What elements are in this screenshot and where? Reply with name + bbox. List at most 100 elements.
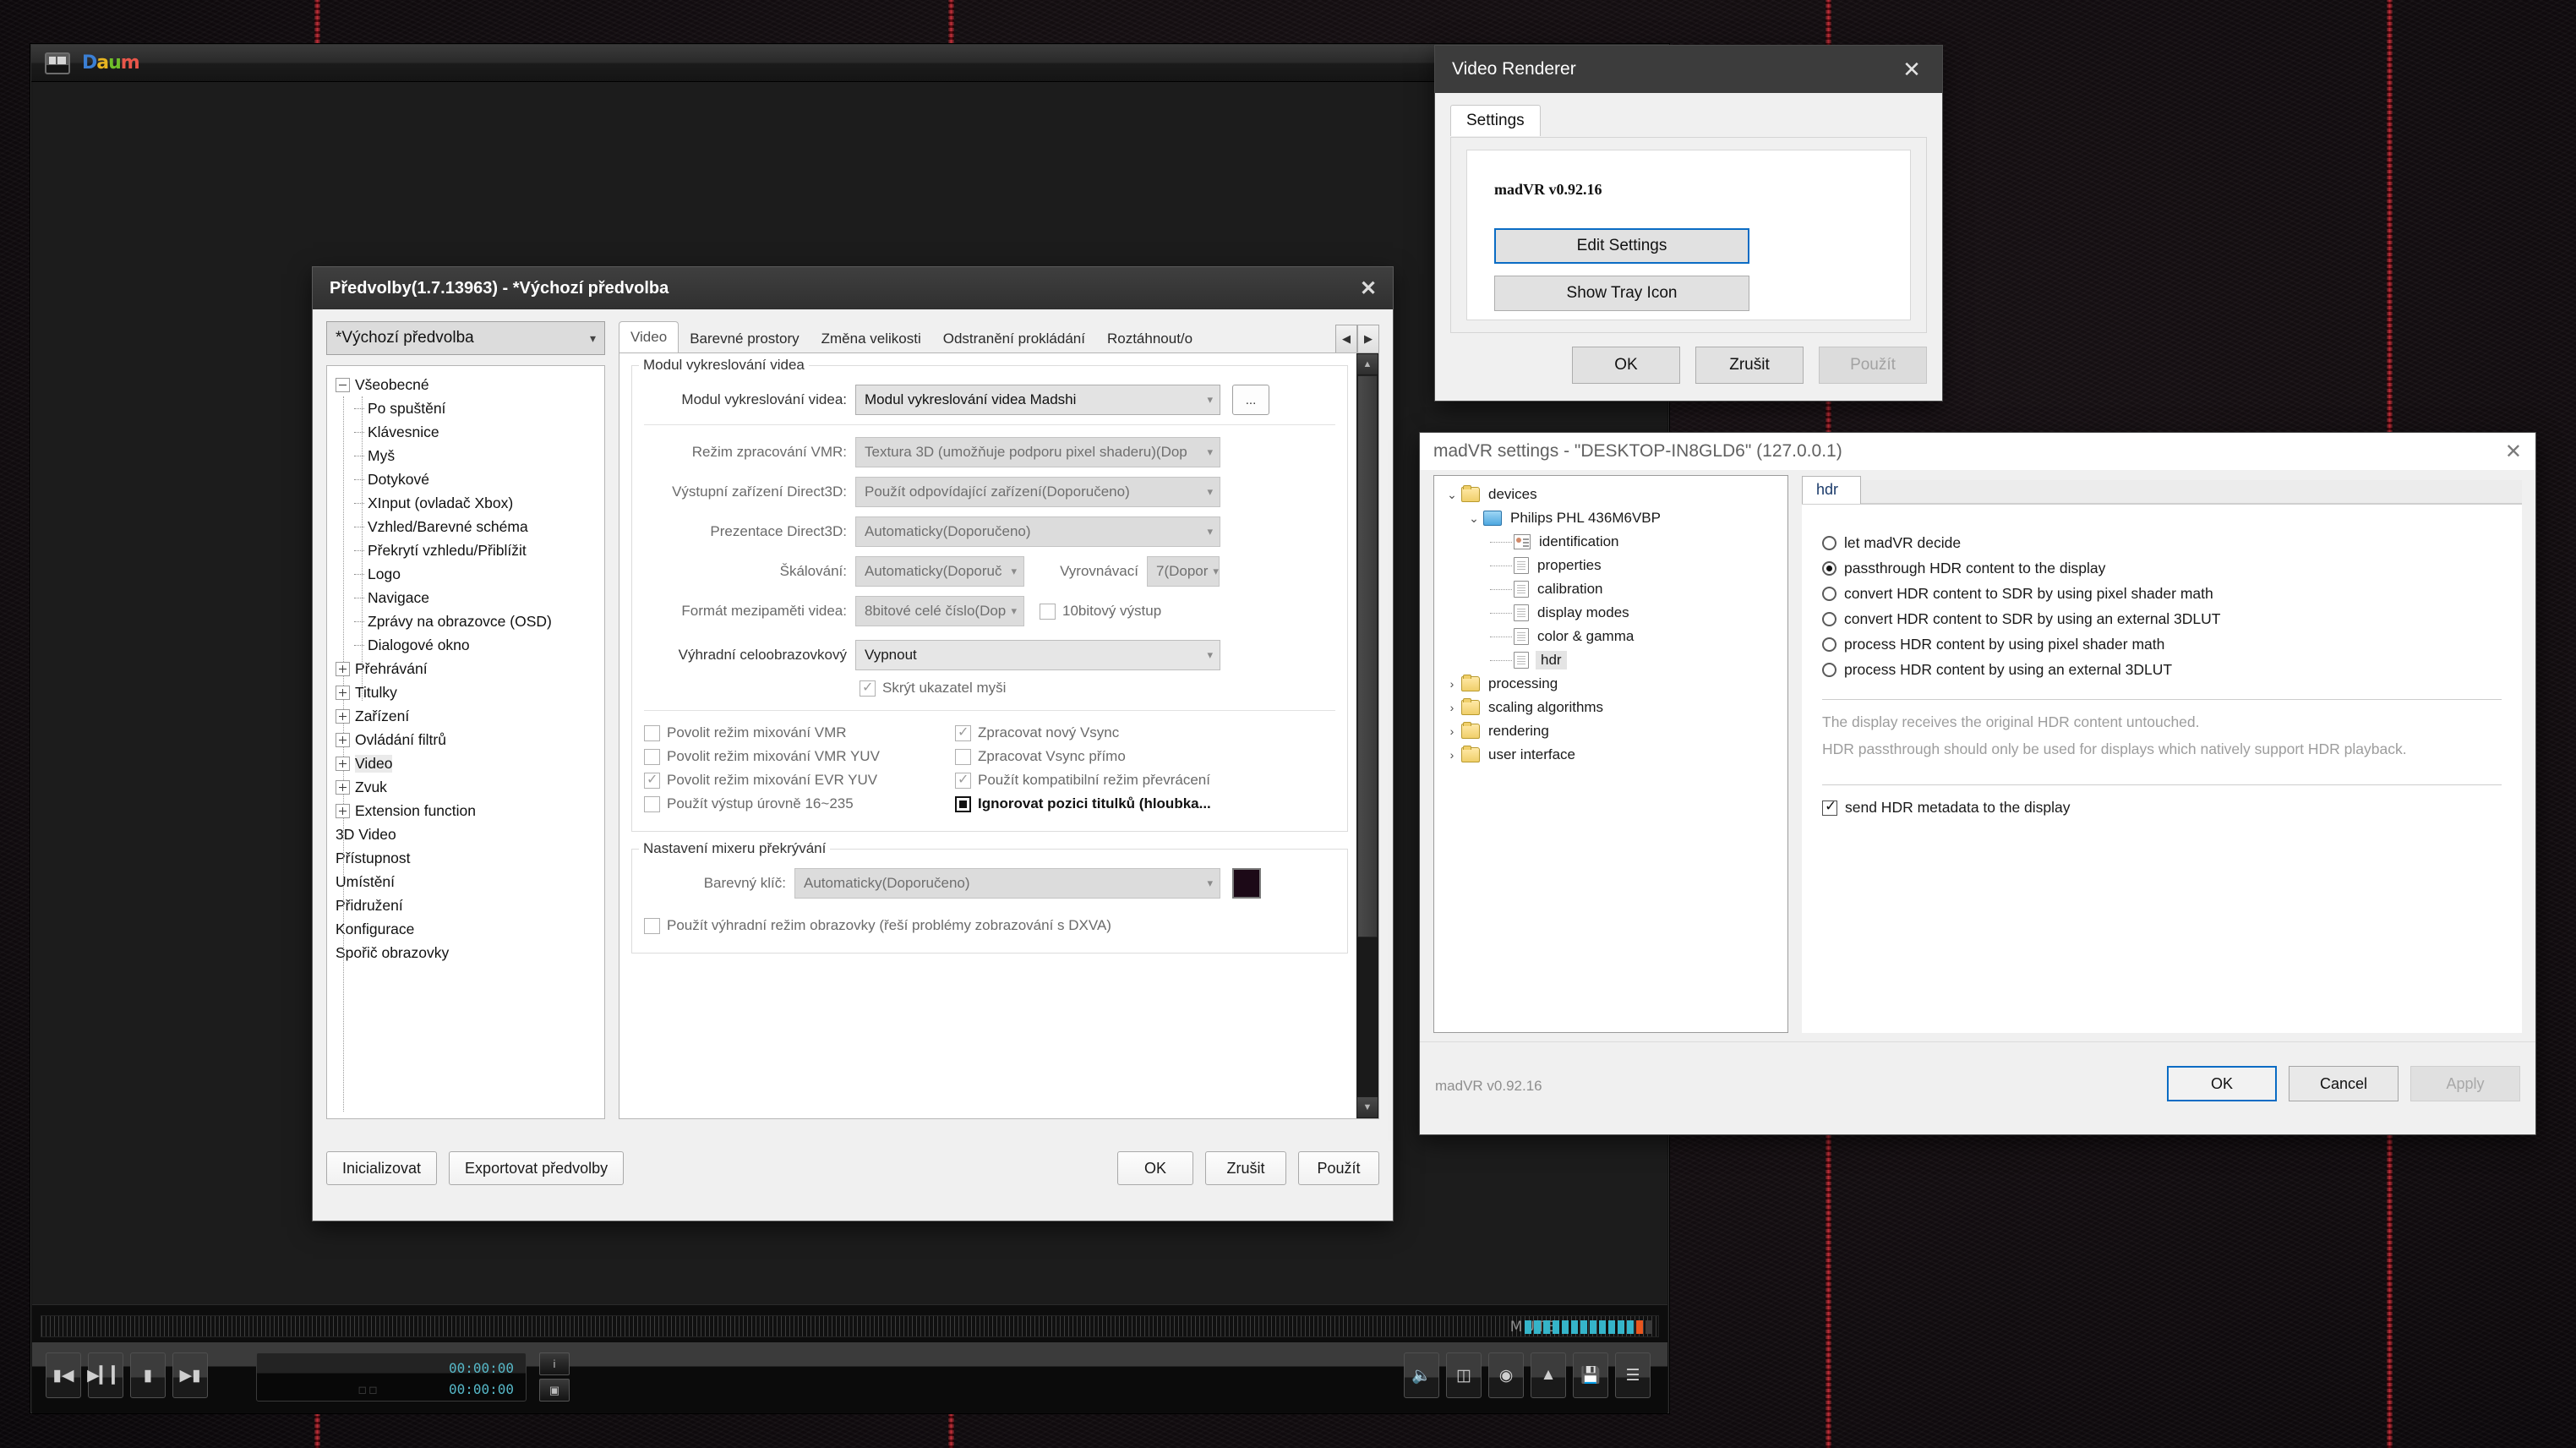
send-hdr-metadata-checkbox[interactable]: send HDR metadata to the display [1822, 798, 2502, 817]
buffer-select[interactable]: 7(Dopor ▾ [1147, 556, 1220, 587]
tree-item-extension-function[interactable]: Extension function [336, 799, 604, 822]
speaker-icon[interactable]: 🔈 [1404, 1352, 1439, 1398]
tree-item-v-eobecn[interactable]: Všeobecné [336, 373, 604, 396]
madvr-tree-item-philips-phl-436m6vbp[interactable]: ⌄ Philips PHL 436M6VBP [1443, 506, 1787, 530]
expand-icon[interactable] [336, 779, 350, 795]
tab-rozt-hnout-o[interactable]: Roztáhnout/o [1096, 325, 1203, 353]
cancel-button[interactable]: Zrušit [1695, 347, 1804, 384]
ok-button[interactable]: OK [2167, 1066, 2277, 1101]
close-icon[interactable]: ✕ [2505, 433, 2522, 470]
madvr-tree-item-hdr[interactable]: hdr [1443, 648, 1787, 672]
videobuf-select[interactable]: 8bitové celé číslo(Dop ▾ [855, 596, 1024, 626]
checkbox-pou-t-v-stup-rovn-16-235[interactable]: Použít výstup úrovně 16~235 [644, 795, 940, 812]
potplayer-titlebar[interactable]: Daum [31, 45, 1668, 82]
scaling-select[interactable]: Automaticky(Doporuč ▾ [855, 556, 1024, 587]
tree-item-p-ehr-v-n[interactable]: Přehrávání [336, 657, 604, 680]
tree-item-my[interactable]: Myš [336, 444, 604, 467]
preferences-titlebar[interactable]: Předvolby(1.7.13963) - *Výchozí předvolb… [313, 267, 1393, 309]
renderer-select[interactable]: Modul vykreslování videa Madshi ▾ [855, 385, 1220, 415]
info-icon[interactable]: i [539, 1352, 570, 1375]
play-pause-icon[interactable]: ▶▎▎ [87, 1352, 124, 1398]
madvr-settings-tree[interactable]: ⌄ devices ⌄ Philips PHL 436M6VBP identificat… [1433, 475, 1788, 1033]
renderer-options-button[interactable]: ... [1232, 385, 1269, 415]
checkbox-ignorovat-pozici-titulk-hloubka[interactable]: Ignorovat pozici titulků (hloubka... [955, 795, 1268, 812]
edit-settings-button[interactable]: Edit Settings [1494, 228, 1749, 264]
chevron-right-icon[interactable]: › [1443, 724, 1461, 738]
checkbox-povolit-re-im-mixov-n-evr-yuv[interactable]: Povolit režim mixování EVR YUV [644, 771, 940, 789]
export-preferences-button[interactable]: Exportovat předvolby [449, 1151, 625, 1185]
madvr-tree-item-devices[interactable]: ⌄ devices [1443, 483, 1787, 506]
video-renderer-titlebar[interactable]: Video Renderer ✕ [1435, 46, 1942, 93]
checkbox-zpracovat-nov-vsync[interactable]: Zpracovat nový Vsync [955, 724, 1268, 741]
disc-icon[interactable]: ◉ [1488, 1352, 1524, 1398]
scroll-up-icon[interactable]: ▲ [1356, 353, 1378, 375]
checkbox-pou-t-kompatibiln-re-im-p-evr-cen[interactable]: Použít kompatibilní režim převrácení [955, 771, 1268, 789]
tree-item-vzhled-barevn-sch-ma[interactable]: Vzhled/Barevné schéma [336, 515, 604, 538]
expand-icon[interactable] [336, 661, 350, 676]
tree-item-za-zen[interactable]: Zařízení [336, 704, 604, 728]
chevron-right-icon[interactable]: › [1443, 701, 1461, 714]
tab-odstran-n-prokl-d-n[interactable]: Odstranění prokládání [932, 325, 1096, 353]
tree-item-po-spu-t-n[interactable]: Po spuštění [336, 396, 604, 420]
madvr-tree-item-properties[interactable]: properties [1443, 554, 1787, 577]
tree-item-dotykov[interactable]: Dotykové [336, 467, 604, 491]
madvr-tree-item-scaling-algorithms[interactable]: › scaling algorithms [1443, 696, 1787, 719]
chevron-right-icon[interactable]: › [1443, 677, 1461, 691]
ok-button[interactable]: OK [1572, 347, 1680, 384]
tree-item-p-ekryt-vzhledu-p-ibl-it[interactable]: Překrytí vzhledu/Přiblížit [336, 538, 604, 562]
chevron-left-icon[interactable]: ◀ [1335, 325, 1357, 353]
madvr-titlebar[interactable]: madVR settings - "DESKTOP-IN8GLD6" (127.… [1420, 433, 2535, 470]
ok-button[interactable]: OK [1117, 1151, 1193, 1185]
madvr-tree-item-user-interface[interactable]: › user interface [1443, 743, 1787, 767]
tree-item-dialogov-okno[interactable]: Dialogové okno [336, 633, 604, 657]
skip-previous-icon[interactable]: ▮◀ [46, 1352, 81, 1398]
expand-icon[interactable] [336, 756, 350, 771]
expand-icon[interactable] [336, 732, 350, 747]
vmr-select[interactable]: Textura 3D (umožňuje podporu pixel shade… [855, 437, 1220, 467]
vertical-scrollbar[interactable]: ▲ ▼ [1356, 353, 1378, 1118]
checkbox-povolit-re-im-mixov-n-vmr-yuv[interactable]: Povolit režim mixování VMR YUV [644, 748, 940, 765]
chevron-right-icon[interactable]: › [1443, 748, 1461, 762]
hide-cursor-checkbox[interactable]: Skrýt ukazatel myši [860, 679, 1335, 697]
chevron-down-icon[interactable]: ⌄ [1465, 511, 1483, 526]
tree-item-kl-vesnice[interactable]: Klávesnice [336, 420, 604, 444]
skip-next-icon[interactable]: ▶▮ [172, 1352, 208, 1398]
d3d-output-select[interactable]: Použít odpovídající zařízení(Doporučeno)… [855, 477, 1220, 507]
radio-convert-hdr-content-to-sdr-by-using-an-external-[interactable]: convert HDR content to SDR by using an e… [1822, 606, 2502, 631]
fullscreen-select[interactable]: Vypnout ▾ [855, 640, 1220, 670]
tenbit-output-checkbox[interactable]: 10bitový výstup [1040, 603, 1161, 620]
cancel-button[interactable]: Zrušit [1205, 1151, 1286, 1185]
madvr-tree-item-display-modes[interactable]: display modes [1443, 601, 1787, 625]
tree-item-spo-i-obrazovky[interactable]: Spořič obrazovky [336, 941, 604, 964]
tab-video[interactable]: Video [619, 321, 679, 353]
tab-zm-na-velikosti[interactable]: Změna velikosti [810, 325, 932, 353]
tree-item-xinput-ovlada-xbox[interactable]: XInput (ovladač Xbox) [336, 491, 604, 515]
close-icon[interactable]: ✕ [1344, 267, 1393, 309]
eject-icon[interactable]: ▲ [1531, 1352, 1566, 1398]
expand-icon[interactable] [336, 708, 350, 724]
volume-meter[interactable] [1525, 1320, 1652, 1334]
d3d-presentation-select[interactable]: Automaticky(Doporučeno) ▾ [855, 516, 1220, 547]
tab-settings[interactable]: Settings [1450, 105, 1541, 136]
stop-icon[interactable]: ▮ [130, 1352, 166, 1398]
tab-barevn-prostory[interactable]: Barevné prostory [679, 325, 810, 353]
tree-item-ovl-d-n-filtr[interactable]: Ovládání filtrů [336, 728, 604, 751]
madvr-tree-item-color-gamma[interactable]: color & gamma [1443, 625, 1787, 648]
radio-passthrough-hdr-content-to-the-display[interactable]: passthrough HDR content to the display [1822, 555, 2502, 581]
tree-item-video[interactable]: Video [336, 751, 604, 775]
chevron-down-icon[interactable]: ⌄ [1443, 488, 1461, 502]
settings-tree[interactable]: Všeobecné Po spuštění Klávesnice Myš Dotykov… [326, 365, 605, 1119]
close-icon[interactable]: ✕ [1890, 46, 1934, 93]
checkbox-zpracovat-vsync-p-mo[interactable]: Zpracovat Vsync přímo [955, 748, 1268, 765]
screenshot-icon[interactable]: ▣ [539, 1379, 570, 1402]
expand-icon[interactable] [336, 685, 350, 700]
cancel-button[interactable]: Cancel [2289, 1066, 2399, 1101]
checkbox-povolit-re-im-mixov-n-vmr[interactable]: Povolit režim mixování VMR [644, 724, 940, 741]
chevron-right-icon[interactable]: ▶ [1357, 325, 1379, 353]
preset-select[interactable]: *Výchozí předvolba ▾ [326, 321, 605, 355]
collapse-icon[interactable] [336, 377, 350, 392]
scroll-down-icon[interactable]: ▼ [1356, 1096, 1378, 1118]
tree-item-zpr-vy-na-obrazovce-osd[interactable]: Zprávy na obrazovce (OSD) [336, 609, 604, 633]
scrollbar-track[interactable] [1356, 375, 1378, 1096]
radio-process-hdr-content-by-using-an-external-3dlut[interactable]: process HDR content by using an external… [1822, 657, 2502, 682]
